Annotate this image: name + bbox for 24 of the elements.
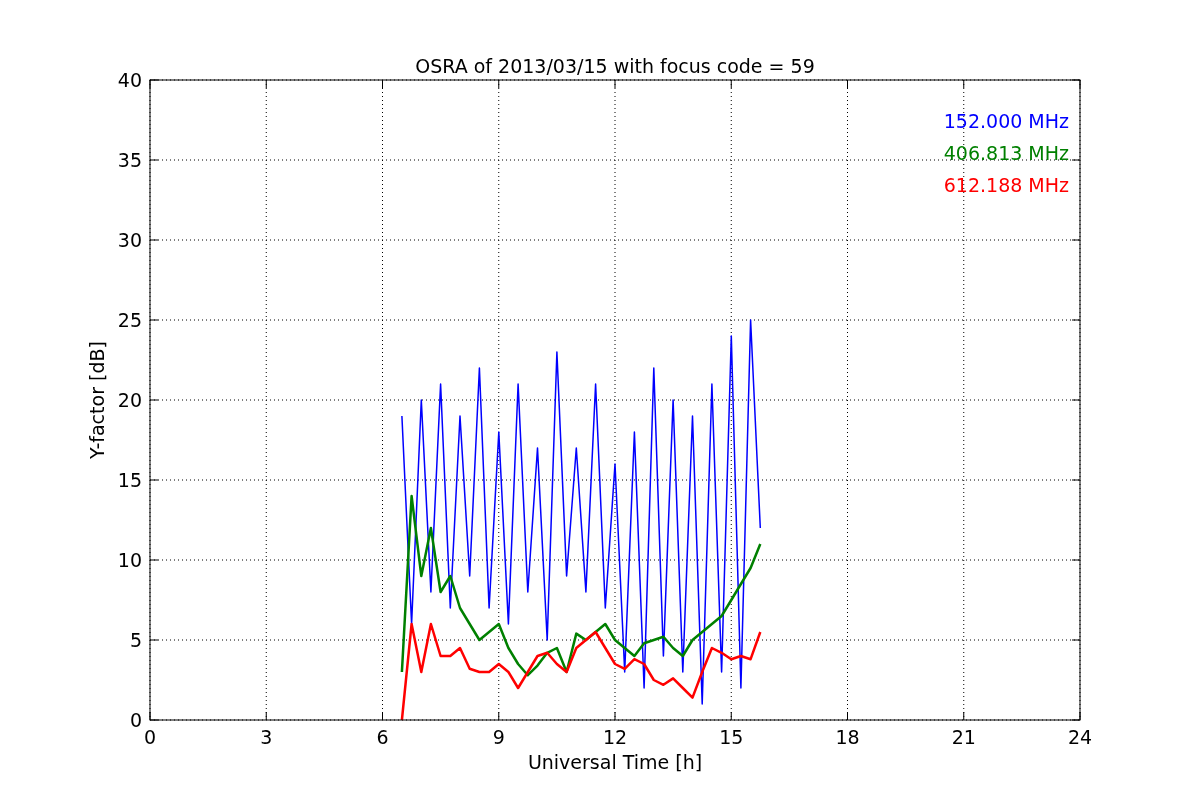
- tick-label: 30: [117, 229, 142, 251]
- tick-label: 0: [129, 709, 142, 731]
- tick-label: 21: [951, 726, 976, 748]
- tick-label: 18: [835, 726, 860, 748]
- legend-label: 406.813 MHz: [943, 142, 1069, 164]
- tick-label: 9: [492, 726, 505, 748]
- tick-label: 24: [1067, 726, 1093, 748]
- x-axis-label: Universal Time [h]: [527, 751, 703, 773]
- tick-label: 5: [129, 629, 142, 651]
- legend-label: 152.000 MHz: [943, 110, 1069, 132]
- tick-label: 20: [117, 389, 142, 411]
- tick-label: 12: [602, 726, 628, 748]
- tick-label: 6: [376, 726, 389, 748]
- tick-label: 15: [117, 469, 142, 491]
- chart-title: OSRA of 2013/03/15 with focus code = 59: [415, 55, 815, 77]
- tick-label: 0: [143, 726, 157, 748]
- y-axis-label: Y-factor [dB]: [86, 341, 108, 459]
- tick-label: 25: [117, 309, 142, 331]
- legend-label: 612.188 MHz: [943, 174, 1069, 196]
- tick-label: 10: [117, 549, 142, 571]
- tick-label: 35: [117, 149, 142, 171]
- tick-label: 15: [719, 726, 744, 748]
- tick-label: 3: [260, 726, 273, 748]
- tick-label: 40: [117, 69, 142, 91]
